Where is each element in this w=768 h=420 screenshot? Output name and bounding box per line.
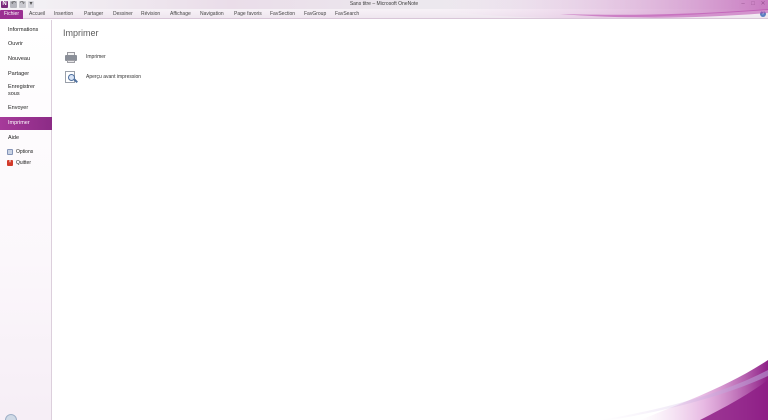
page-title: Imprimer (63, 28, 99, 38)
tab-favsection[interactable]: FavSection (270, 10, 295, 19)
nav-quitter[interactable]: × Quitter (7, 160, 31, 166)
title-bar: N ↶ ↷ ▾ Sans titre – Microsoft OneNote –… (0, 0, 768, 9)
nav-partager[interactable]: Partager (0, 70, 52, 79)
close-icon[interactable]: ✕ (759, 1, 767, 7)
ribbon-tabs: Fichier Accueil Insertion Partager Dessi… (0, 9, 768, 19)
window-title: Sans titre – Microsoft OneNote (349, 1, 419, 7)
options-label: Options (16, 149, 34, 155)
nav-enregistrer-sous[interactable]: Enregistrer sous (0, 84, 36, 98)
minimize-icon[interactable]: – (739, 1, 747, 7)
print-preview-button[interactable]: Aperçu avant impression (64, 71, 141, 83)
tab-partager[interactable]: Partager (84, 10, 103, 19)
tab-navigation[interactable]: Navigation (200, 10, 224, 19)
tab-insertion[interactable]: Insertion (54, 10, 73, 19)
tab-accueil[interactable]: Accueil (29, 10, 45, 19)
tab-revision[interactable]: Révision (141, 10, 160, 19)
quitter-label: Quitter (16, 160, 32, 166)
tab-fichier[interactable]: Fichier (0, 10, 23, 19)
tab-affichage[interactable]: Affichage (170, 10, 191, 19)
print-label: Imprimer (86, 54, 106, 60)
tab-favgroup[interactable]: FavGroup (304, 10, 326, 19)
print-preview-icon (64, 71, 78, 83)
nav-imprimer[interactable]: Imprimer (0, 117, 56, 130)
tab-dessiner[interactable]: Dessiner (113, 10, 133, 19)
maximize-icon[interactable]: □ (749, 1, 757, 7)
nav-options[interactable]: Options (7, 149, 33, 155)
nav-nouveau[interactable]: Nouveau (0, 55, 52, 64)
printer-icon (64, 51, 78, 63)
quit-icon: × (7, 159, 13, 166)
nav-aide[interactable]: Aide (0, 134, 52, 143)
nav-ouvrir[interactable]: Ouvrir (0, 40, 52, 49)
window-controls: – □ ✕ (739, 1, 767, 8)
options-icon (7, 149, 13, 155)
tab-page-favoris[interactable]: Page favoris (234, 10, 262, 19)
status-orb-icon (5, 414, 17, 420)
decorative-swoosh (430, 0, 768, 420)
print-button[interactable]: Imprimer (64, 51, 106, 63)
print-preview-label: Aperçu avant impression (86, 74, 142, 80)
help-icon[interactable]: ? (760, 11, 766, 17)
nav-envoyer[interactable]: Envoyer (0, 104, 52, 113)
tab-favsearch[interactable]: FavSearch (335, 10, 359, 19)
backstage-nav: Informations Ouvrir Nouveau Partager Enr… (0, 20, 56, 420)
nav-informations[interactable]: Informations (0, 26, 52, 35)
